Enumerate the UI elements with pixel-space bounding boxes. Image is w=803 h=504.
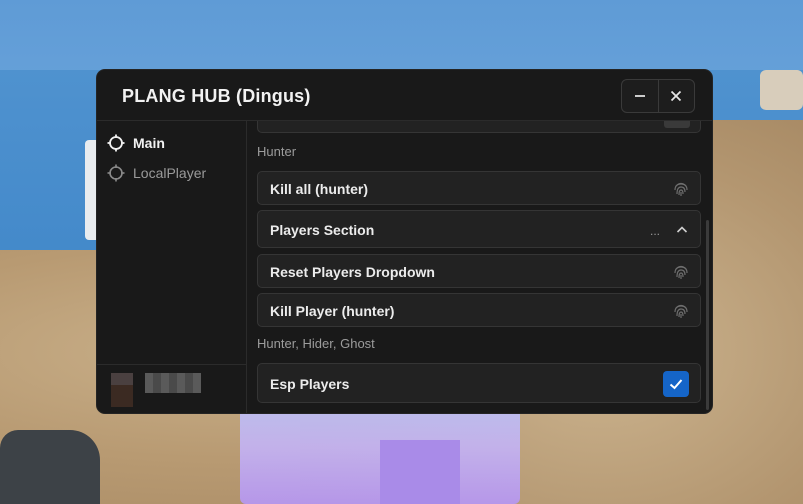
row-label: Kill Player (hunter) bbox=[270, 303, 395, 319]
sidebar-divider bbox=[97, 364, 246, 365]
esp-players-toggle[interactable]: Esp Players bbox=[257, 363, 701, 403]
row-label: Reset Players Dropdown bbox=[270, 264, 435, 280]
fingerprint-icon bbox=[674, 265, 688, 279]
sidebar-item-label: LocalPlayer bbox=[133, 165, 207, 181]
section-label-hunter: Hunter bbox=[257, 144, 297, 159]
sidebar-item-label: Main bbox=[133, 135, 165, 151]
row-label: Players Section bbox=[270, 222, 375, 238]
chevron-up-icon[interactable] bbox=[676, 224, 688, 236]
rock bbox=[0, 430, 100, 504]
avatar bbox=[111, 373, 133, 407]
dropdown-dots: ... bbox=[649, 224, 660, 238]
crosshair-icon bbox=[107, 164, 125, 182]
section-label-hunter-hider-ghost: Hunter, Hider, Ghost bbox=[257, 336, 375, 351]
players-section-dropdown[interactable]: Players Section ... bbox=[257, 210, 701, 248]
window-title: PLANG HUB (Dingus) bbox=[122, 86, 311, 106]
fingerprint-icon bbox=[674, 182, 688, 196]
scrollbar[interactable] bbox=[706, 220, 709, 410]
toggle-switch[interactable] bbox=[664, 121, 690, 128]
row-label: Kill all (hunter) bbox=[270, 181, 368, 197]
sidebar: Main LocalPlayer bbox=[97, 121, 247, 413]
title-bar[interactable]: PLANG HUB (Dingus) bbox=[97, 70, 712, 121]
esp-players-checkbox[interactable] bbox=[663, 371, 689, 397]
row-label: Esp Players bbox=[270, 376, 350, 392]
rock bbox=[760, 70, 803, 110]
kill-all-button[interactable]: Kill all (hunter) bbox=[257, 171, 701, 205]
kill-player-button[interactable]: Kill Player (hunter) bbox=[257, 293, 701, 327]
player-character bbox=[380, 440, 460, 504]
close-icon bbox=[671, 90, 682, 102]
reset-players-dropdown-button[interactable]: Reset Players Dropdown bbox=[257, 254, 701, 288]
minimize-button[interactable] bbox=[622, 80, 658, 112]
main-content: Hunter Kill all (hunter) Players Section… bbox=[247, 121, 712, 413]
minimize-icon bbox=[634, 95, 645, 97]
crosshair-icon bbox=[107, 134, 125, 152]
window-controls bbox=[621, 79, 695, 113]
close-button[interactable] bbox=[657, 80, 695, 112]
sidebar-item-main[interactable]: Main bbox=[107, 131, 165, 155]
username-redacted bbox=[145, 373, 201, 393]
fingerprint-icon bbox=[674, 304, 688, 318]
partial-row[interactable] bbox=[257, 121, 701, 133]
sidebar-item-localplayer[interactable]: LocalPlayer bbox=[107, 161, 206, 185]
check-icon bbox=[669, 379, 683, 390]
hub-window: PLANG HUB (Dingus) Main LocalPlayer Hunt… bbox=[97, 70, 712, 413]
